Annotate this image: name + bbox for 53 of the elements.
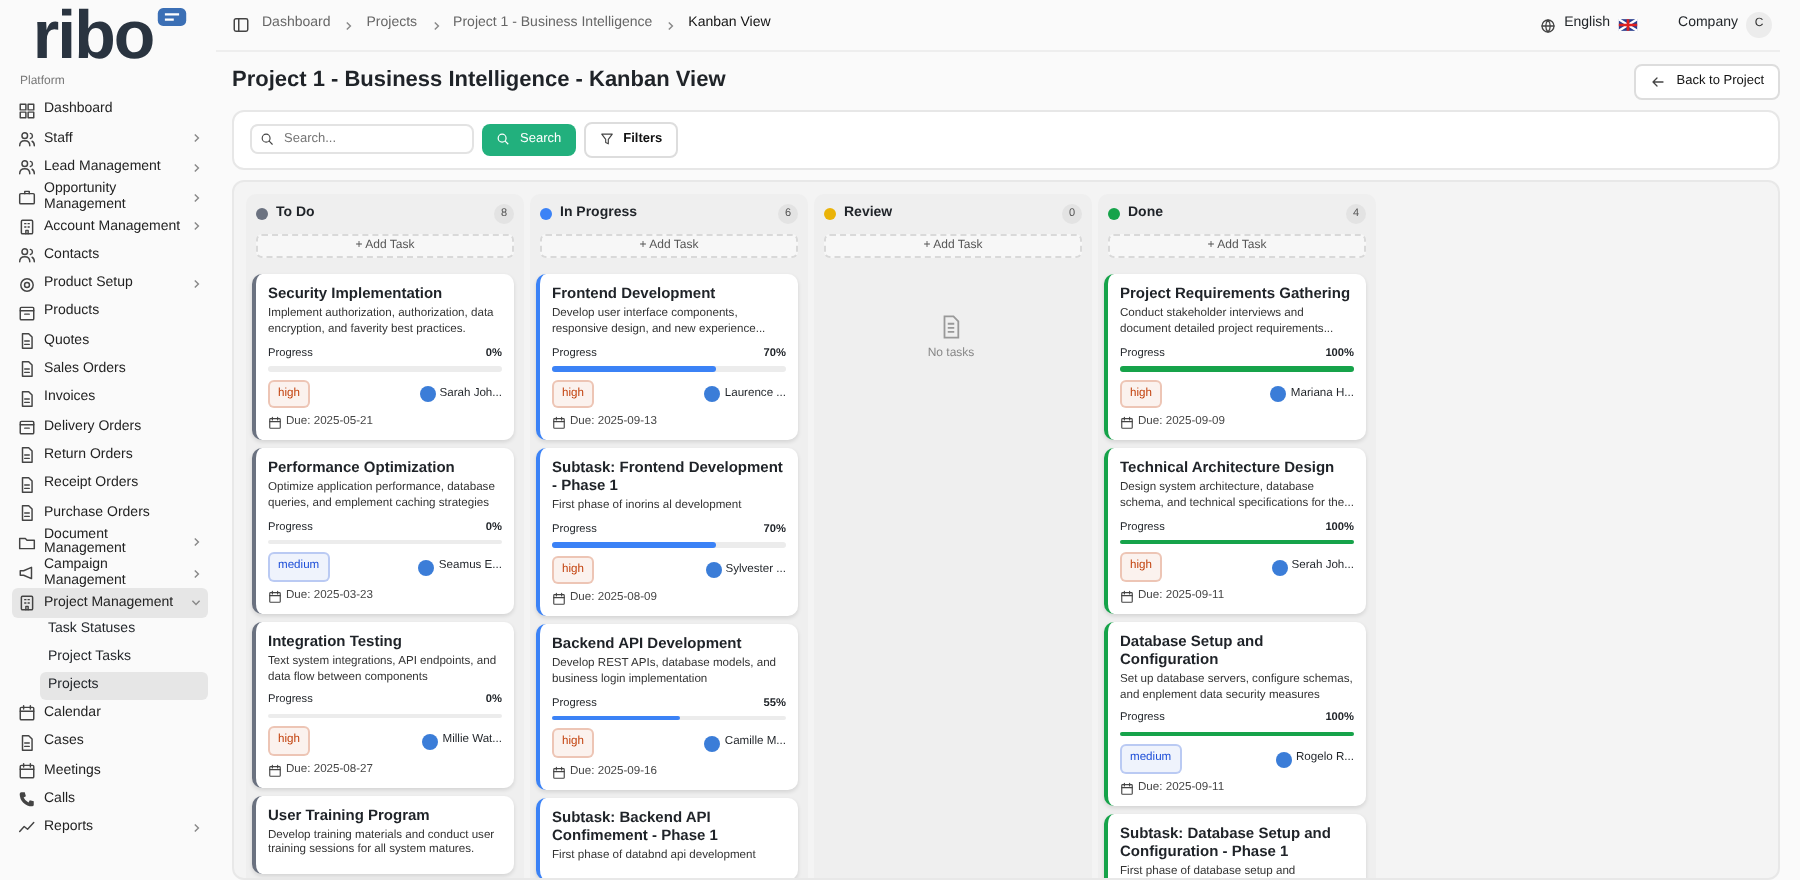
- avatar-icon: [422, 733, 439, 750]
- calendar-icon: [268, 416, 282, 431]
- chat-bubble-icon: [155, 6, 188, 28]
- calendar-icon: [552, 592, 566, 607]
- people-icon: [18, 158, 36, 177]
- avatar-icon: [419, 385, 436, 402]
- avatar-icon: [1271, 559, 1288, 576]
- search-icon: [496, 132, 510, 147]
- megaphone-icon: [18, 564, 36, 583]
- people-icon: [18, 129, 36, 148]
- document-icon: [18, 332, 36, 351]
- page-title: Project 1 - Business Intelligence - Kanban View: [232, 68, 726, 95]
- calendar-icon: [18, 761, 36, 780]
- avatar-icon: [1276, 751, 1292, 768]
- box-icon: [18, 417, 36, 436]
- sidebar-toggle-icon: [232, 16, 250, 34]
- globe-icon: [1540, 17, 1557, 33]
- calendar-icon: [1120, 416, 1134, 431]
- document-icon: [18, 389, 36, 408]
- logo: ribo: [32, 2, 154, 70]
- avatar-icon: [1270, 385, 1287, 402]
- calendar-icon: [552, 416, 566, 431]
- flag-icon: [1618, 18, 1639, 32]
- building-icon: [18, 593, 36, 612]
- box-icon: [18, 303, 36, 322]
- document-icon: [938, 314, 964, 340]
- chevron-icon: [664, 19, 677, 31]
- chevron-icon: [429, 19, 442, 31]
- briefcase-icon: [18, 188, 36, 207]
- calendar-icon: [1120, 781, 1134, 796]
- avatar-icon: [704, 735, 721, 752]
- back-arrow-icon: [1650, 73, 1667, 90]
- building-icon: [18, 217, 36, 236]
- calendar-icon: [1120, 589, 1134, 604]
- calendar-icon: [268, 589, 282, 604]
- avatar-icon: [418, 559, 435, 576]
- filter-icon: [599, 132, 614, 147]
- avatar-icon: [704, 385, 721, 402]
- calendar-icon: [268, 763, 282, 778]
- document-icon: [18, 503, 36, 522]
- calendar-icon: [18, 704, 36, 723]
- calendar-icon: [552, 766, 566, 781]
- chevron-icon: [342, 19, 355, 31]
- chart-icon: [18, 818, 36, 837]
- phone-icon: [18, 790, 36, 809]
- grid-icon: [18, 101, 36, 120]
- people-icon: [18, 246, 36, 265]
- document-icon: [18, 360, 36, 379]
- avatar-icon: [705, 561, 722, 578]
- folder-icon: [18, 533, 36, 552]
- document-icon: [18, 475, 36, 494]
- document-icon: [18, 733, 36, 752]
- document-icon: [18, 446, 36, 465]
